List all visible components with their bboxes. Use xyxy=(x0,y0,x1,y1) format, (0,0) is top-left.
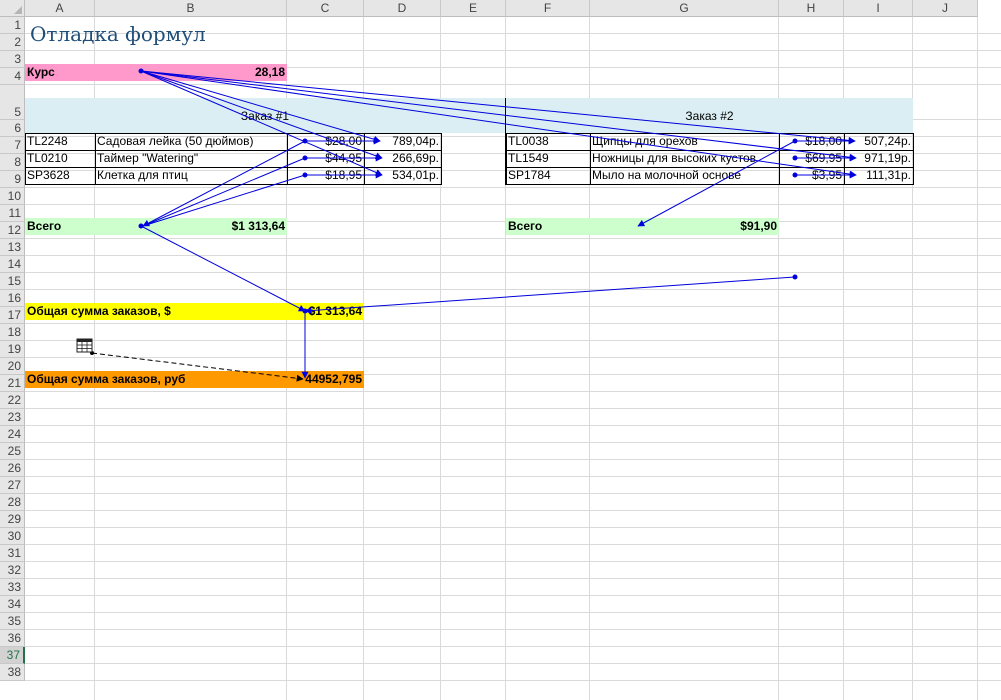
tracer-arrow xyxy=(140,70,383,176)
external-ref-arrow xyxy=(91,352,304,382)
tracer-dot xyxy=(138,68,144,74)
tracer-arrow xyxy=(140,225,306,312)
tracer-arrow xyxy=(140,70,383,160)
tracer-arrow xyxy=(140,70,857,161)
formula-tracer-overlay xyxy=(76,68,857,382)
tracer-arrow xyxy=(637,140,796,227)
tracer-arrow xyxy=(142,140,306,227)
tracer-arrow xyxy=(142,174,306,227)
tracer-dot xyxy=(138,223,144,229)
tracer-arrow xyxy=(140,70,381,143)
tracer-dot xyxy=(302,308,308,314)
tracer-dot xyxy=(302,155,308,161)
tracer-arrow xyxy=(304,276,796,315)
tracer-dot xyxy=(792,172,798,178)
tracer-dot xyxy=(792,155,798,161)
tracer-dot xyxy=(302,138,308,144)
tracer-arrow xyxy=(140,70,857,178)
sheet-grid-icon[interactable] xyxy=(76,338,93,353)
tracer-dot xyxy=(792,138,798,144)
tracer-arrow xyxy=(140,70,856,144)
tracer-dot xyxy=(302,172,308,178)
tracer-arrow xyxy=(142,157,306,227)
tracer-dot xyxy=(792,274,798,280)
